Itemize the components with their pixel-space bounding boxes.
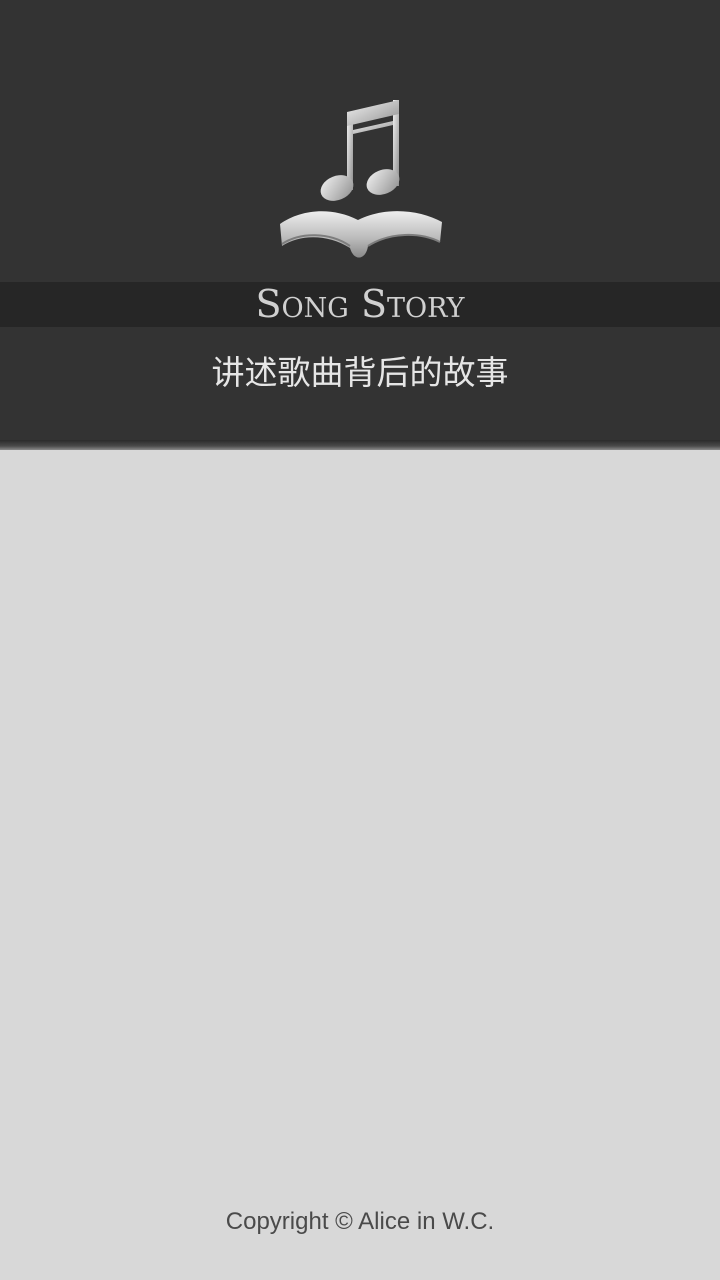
music-note-book-icon — [280, 100, 442, 258]
header-shadow — [0, 440, 720, 450]
app-title: Song Story — [255, 282, 465, 326]
splash-screen: Song Story 讲述歌曲背后的故事 Copyright © Alice i… — [0, 0, 720, 1280]
tagline: 讲述歌曲背后的故事 — [211, 353, 509, 392]
copyright-text: Copyright © Alice in W.C. — [225, 1208, 495, 1235]
